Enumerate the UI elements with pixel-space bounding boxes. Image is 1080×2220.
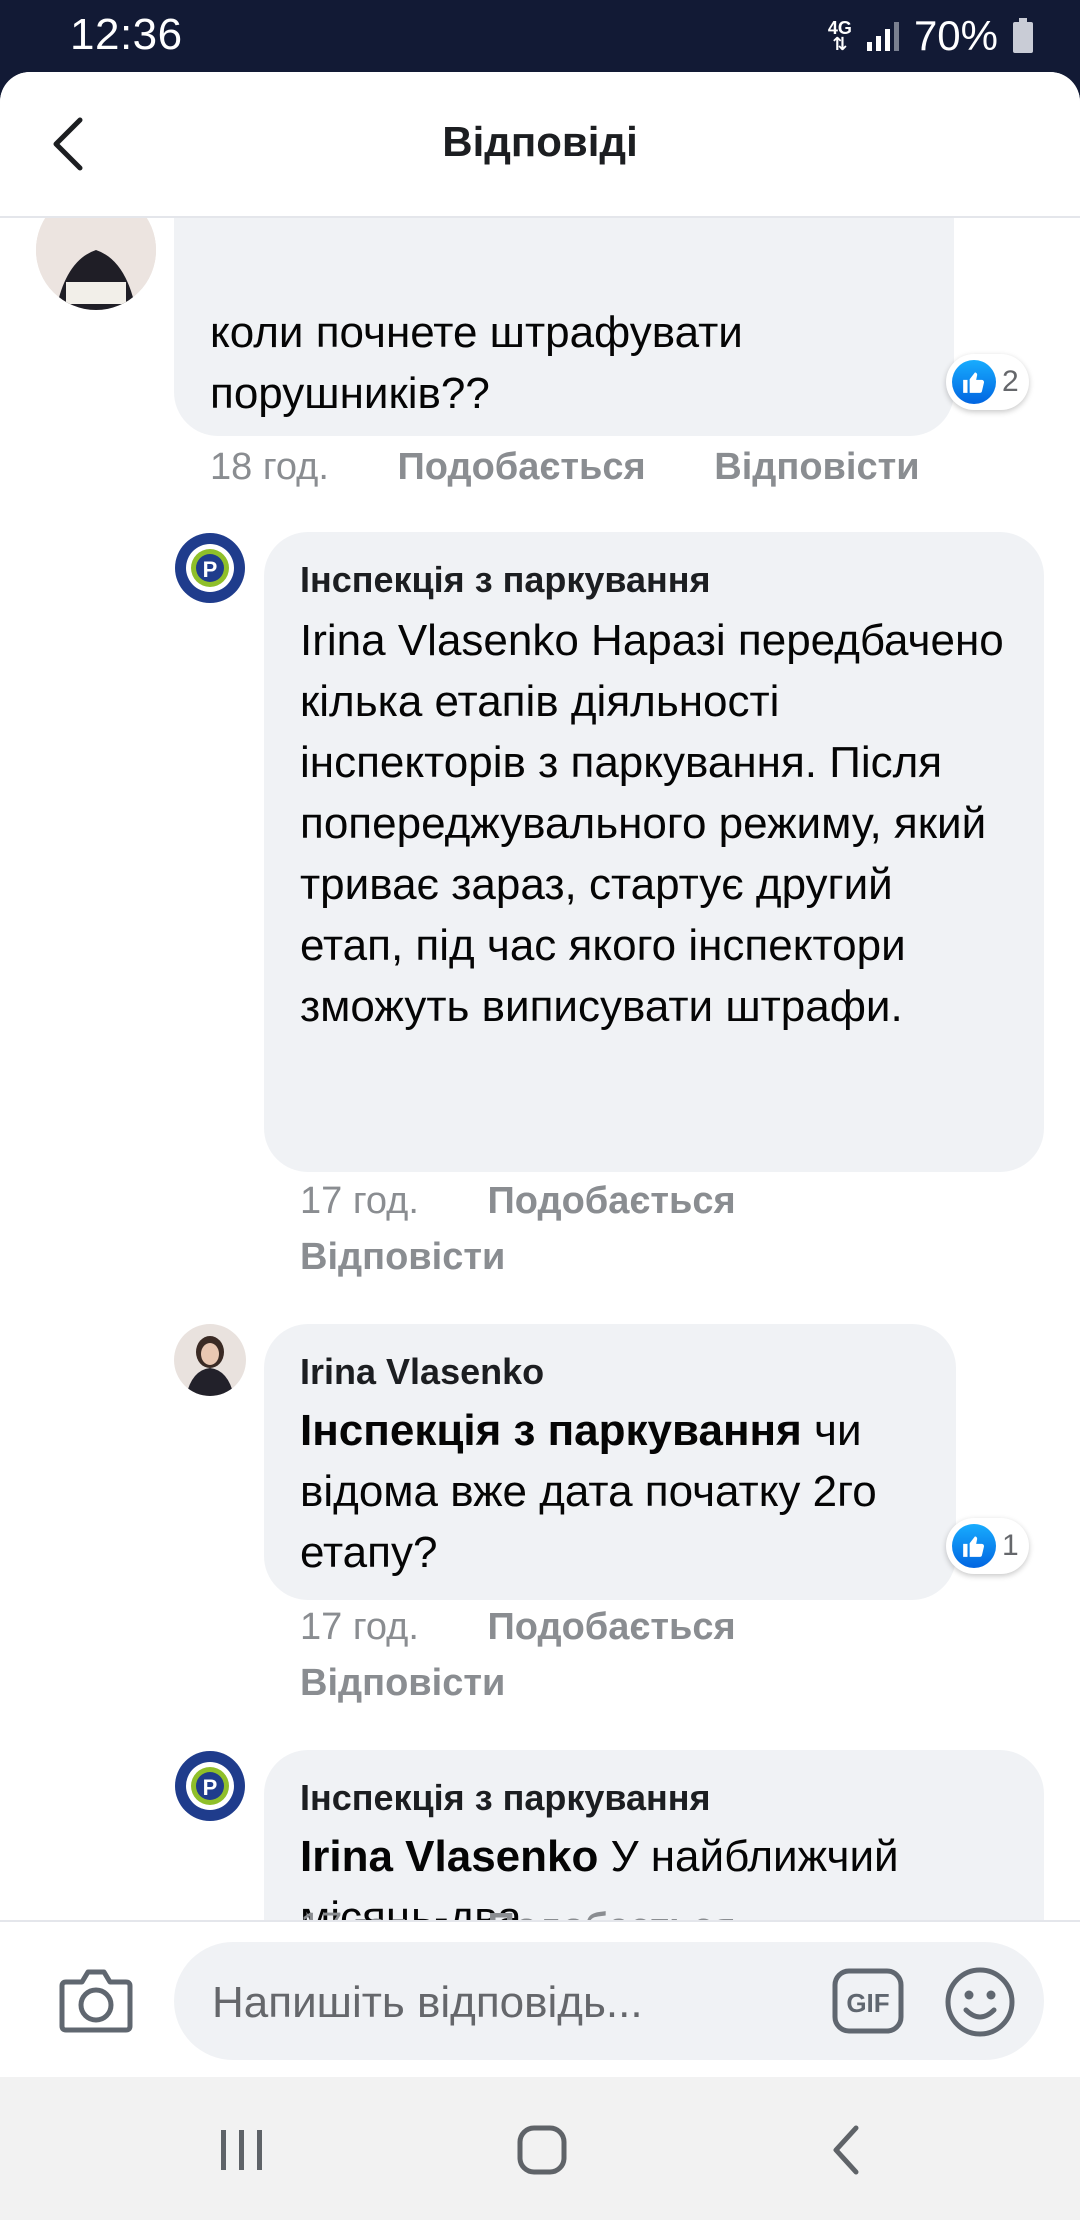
reaction-count: 2 (1002, 365, 1019, 398)
gif-icon: GIF (832, 1968, 904, 2034)
recent-apps-button[interactable] (202, 2117, 282, 2183)
comment-time: 17 год. (300, 1180, 419, 1222)
like-icon (952, 1524, 996, 1568)
like-button[interactable]: Подобається (397, 446, 645, 488)
gif-label: GIF (846, 1988, 889, 2018)
svg-text:P: P (203, 1775, 218, 1800)
avatar[interactable] (174, 1324, 246, 1396)
signal-icon (866, 22, 899, 51)
mention-link[interactable]: Irina Vlasenko (300, 1832, 598, 1881)
comment-thread[interactable]: коли почнете штрафувати порушників?? 2 1… (0, 72, 1080, 1920)
like-button[interactable]: Подобається (487, 1180, 735, 1222)
reply-button-row: Відповісти (300, 1236, 505, 1279)
home-icon (517, 2125, 567, 2175)
emoji-icon (945, 1967, 1015, 2037)
back-nav-button[interactable] (806, 2117, 886, 2183)
reply-button[interactable]: Відповісти (714, 446, 919, 488)
comment-author[interactable]: Інспекція з паркування (300, 1776, 1008, 1820)
reply-composer: Напишіть відповідь... GIF (0, 1920, 1080, 2077)
camera-button[interactable] (56, 1962, 136, 2038)
emoji-button[interactable] (944, 1966, 1016, 2038)
status-time: 12:36 (70, 10, 183, 59)
reply-button[interactable]: Відповісти (300, 1236, 505, 1278)
parking-logo-icon: P (175, 533, 245, 603)
reaction-count: 1 (1002, 1529, 1019, 1562)
like-button[interactable]: Подобається (487, 1606, 735, 1648)
parking-logo-icon: P (175, 1751, 245, 1821)
status-icons: 4G ⇅ 70% (828, 12, 1034, 59)
svg-text:P: P (203, 557, 218, 582)
like-icon (952, 360, 996, 404)
home-button[interactable] (502, 2117, 582, 2183)
comment-text: Інспекція з паркування чи відома вже дат… (300, 1400, 920, 1583)
gif-button[interactable]: GIF (832, 1968, 904, 2034)
replies-sheet: коли почнете штрафувати порушників?? 2 1… (0, 72, 1080, 2077)
page-avatar[interactable]: P (174, 532, 246, 604)
comment-author[interactable]: Irina Vlasenko (300, 1350, 920, 1394)
reaction-summary[interactable]: 1 (946, 1518, 1029, 1574)
reply-button-row: Відповісти (300, 1662, 505, 1705)
reply-input[interactable]: Напишіть відповідь... GIF (174, 1942, 1044, 2060)
comment-author[interactable]: Інспекція з паркування (300, 558, 1008, 602)
page-avatar[interactable]: P (174, 1750, 246, 1822)
reply-button[interactable]: Відповісти (300, 1662, 505, 1704)
comment-text: Irina Vlasenko Наразі передбачено кілька… (300, 616, 1004, 1031)
comment-actions: 17 год. Подобається (300, 1180, 736, 1223)
page-title: Відповіді (442, 118, 638, 165)
comment-actions: 17 год. Подобається (300, 1606, 736, 1649)
mention-link[interactable]: Інспекція з паркування (300, 1406, 802, 1455)
data-arrows-icon: ⇅ (832, 34, 848, 54)
comment-actions: 18 год. Подобається Відповісти (210, 446, 920, 489)
comment-time: 17 год. (300, 1606, 419, 1648)
like-button[interactable]: Подобається (487, 1906, 735, 1920)
battery-percent: 70% (913, 12, 998, 59)
recent-apps-icon (221, 2130, 262, 2170)
comment-bubble[interactable]: Інспекція з паркування Irina Vlasenko У … (264, 1750, 1044, 1920)
comment-time: 18 год. (210, 446, 329, 488)
comment-bubble[interactable]: Інспекція з паркування Irina Vlasenko На… (264, 532, 1044, 1172)
comment-time: 17 год. (300, 1906, 419, 1920)
network-indicator: 4G ⇅ (828, 19, 852, 54)
status-bar: 12:36 4G ⇅ 70% (0, 0, 1080, 72)
battery-icon (1013, 18, 1033, 53)
back-nav-icon (833, 2125, 859, 2175)
comment-actions: 17 год. Подобається (300, 1906, 736, 1920)
camera-icon (59, 1969, 133, 2033)
comment-text: коли почнете штрафувати порушників?? (210, 308, 743, 418)
system-nav-bar (0, 2077, 1080, 2220)
reply-input-placeholder: Напишіть відповідь... (212, 1978, 643, 2027)
replies-header: Відповіді (0, 72, 1080, 218)
comment-bubble[interactable]: Irina Vlasenko Інспекція з паркування чи… (264, 1324, 956, 1600)
reaction-summary[interactable]: 2 (946, 354, 1029, 410)
